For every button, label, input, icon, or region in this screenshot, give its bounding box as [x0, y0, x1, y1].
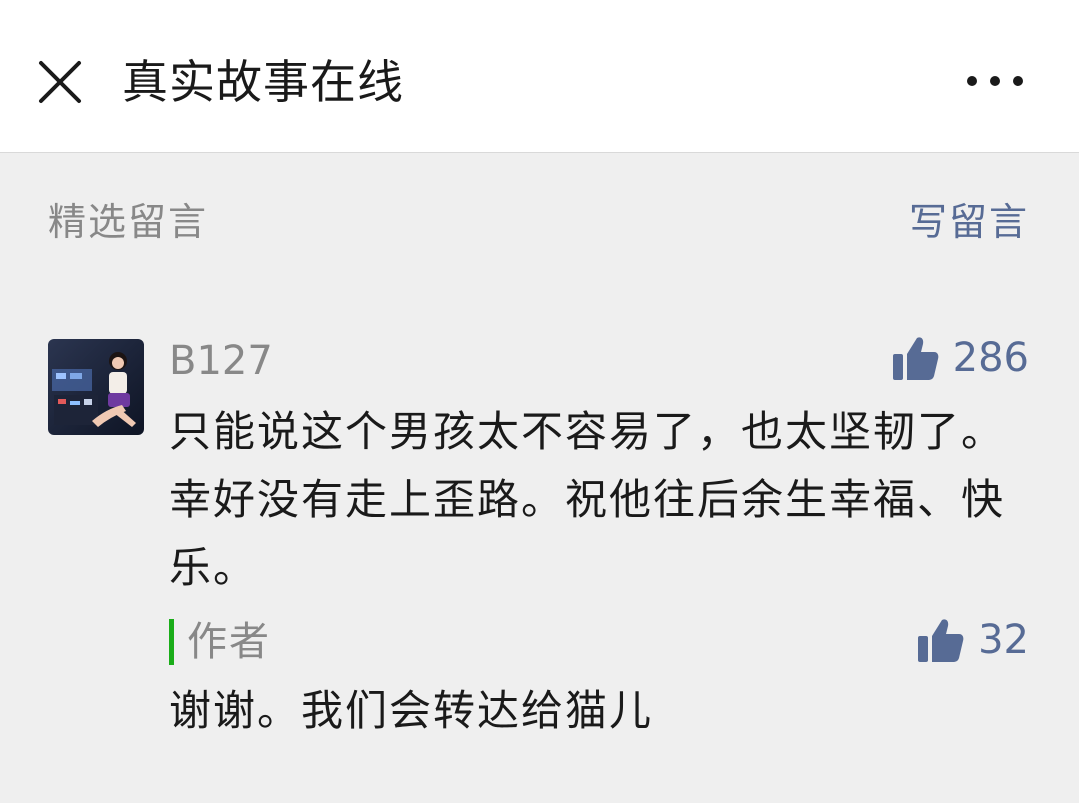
avatar[interactable]: [48, 339, 144, 435]
comment-like-count: 286: [952, 335, 1029, 381]
page-title: 真实故事在线: [122, 55, 404, 109]
write-comment-button[interactable]: 写留言: [909, 196, 1029, 248]
reply-like-count: 32: [978, 617, 1029, 663]
reply-like-button[interactable]: 32: [916, 612, 1029, 668]
reply-author-label: 作者: [187, 619, 271, 665]
thumbs-up-icon: [918, 619, 964, 662]
comment-nickname[interactable]: B127: [169, 333, 273, 389]
comment-like-button[interactable]: 286: [891, 330, 1029, 386]
more-icon[interactable]: [962, 66, 1028, 96]
reply-accent-bar: [169, 619, 174, 665]
top-bar: 真实故事在线: [0, 0, 1079, 153]
comment-text: 只能说这个男孩太不容易了，也太坚韧了。幸好没有走上歪路。祝他往后余生幸福、快乐。: [169, 407, 1006, 592]
close-icon[interactable]: [36, 58, 84, 106]
reply-text: 谢谢。我们会转达给猫儿: [169, 686, 654, 735]
featured-comments-label: 精选留言: [48, 200, 209, 244]
thumbs-up-icon: [892, 337, 939, 380]
